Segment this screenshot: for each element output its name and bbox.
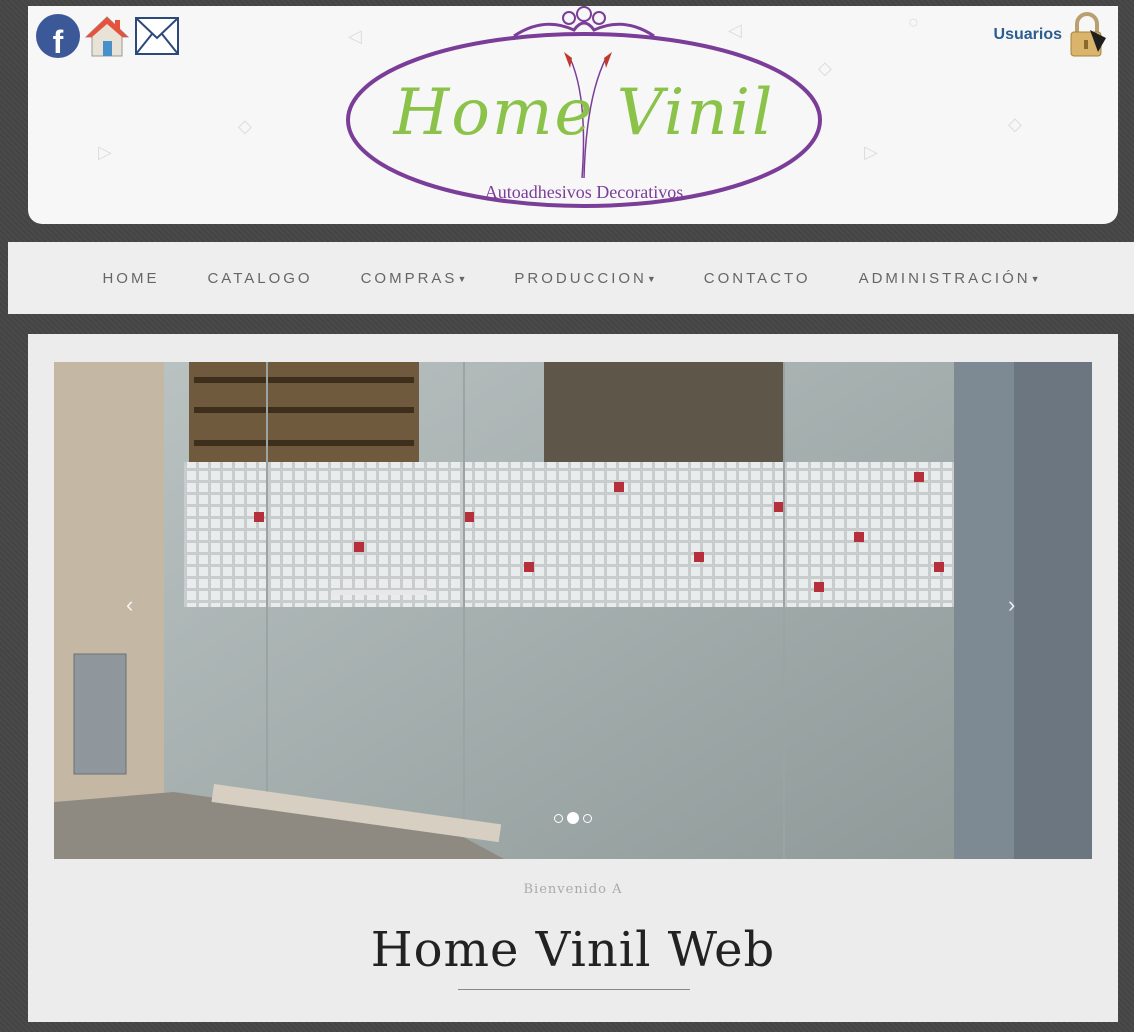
decor-triangle: ▷ (864, 142, 878, 162)
home-icon[interactable] (84, 14, 130, 58)
carousel-indicators (554, 812, 592, 824)
page-title: Home Vinil Web (370, 922, 776, 978)
decor-circle: ○ (908, 12, 919, 32)
logo-subtitle: Autoadhesivos Decorativos (484, 182, 684, 202)
caret-down-icon: ▼ (646, 273, 656, 284)
facebook-icon[interactable]: f (36, 14, 80, 58)
mail-icon[interactable] (134, 14, 180, 58)
decor-triangle: ▷ (98, 142, 112, 162)
nav-item-compras[interactable]: COMPRAS▼ (337, 270, 491, 287)
users-login[interactable]: Usuarios (994, 12, 1108, 58)
carousel-slide-image (54, 362, 1092, 859)
carousel-indicator-active[interactable] (567, 812, 579, 824)
site-header: ◁ ◇ ▷ ◁ ○ ◇ ▷ ◇ f Usuarios Home Vinil Au… (28, 6, 1118, 224)
nav-item-home[interactable]: HOME (78, 270, 183, 287)
site-logo[interactable]: Home Vinil Autoadhesivos Decorativos (344, 6, 824, 224)
nav-item-administracion[interactable]: ADMINISTRACIÓN▼ (835, 270, 1064, 287)
caret-down-icon: ▼ (457, 273, 467, 284)
nav-item-catalogo[interactable]: CATALOGO (183, 270, 336, 287)
welcome-text: Bienvenido A (523, 882, 623, 897)
logo-title: Home Vinil (393, 76, 775, 150)
carousel-indicator[interactable] (554, 813, 563, 823)
carousel-indicator[interactable] (583, 813, 592, 823)
decor-diamond: ◇ (238, 116, 252, 136)
main-panel: ‹ › Bienvenido A Home Vinil Web (28, 334, 1118, 1022)
title-divider (458, 989, 690, 990)
caret-down-icon: ▼ (1030, 273, 1040, 284)
carousel-next-button[interactable]: › (1008, 592, 1015, 618)
nav-item-produccion[interactable]: PRODUCCION▼ (490, 270, 679, 287)
carousel-prev-button[interactable]: ‹ (126, 592, 133, 618)
nav-item-contacto[interactable]: CONTACTO (680, 270, 835, 287)
social-links: f (36, 14, 180, 58)
image-carousel[interactable]: ‹ › (54, 362, 1092, 859)
decor-diamond: ◇ (1008, 114, 1022, 134)
padlock-icon[interactable] (1068, 12, 1108, 58)
users-label[interactable]: Usuarios (994, 26, 1062, 44)
main-navigation: HOME CATALOGO COMPRAS▼ PRODUCCION▼ CONTA… (8, 242, 1134, 314)
